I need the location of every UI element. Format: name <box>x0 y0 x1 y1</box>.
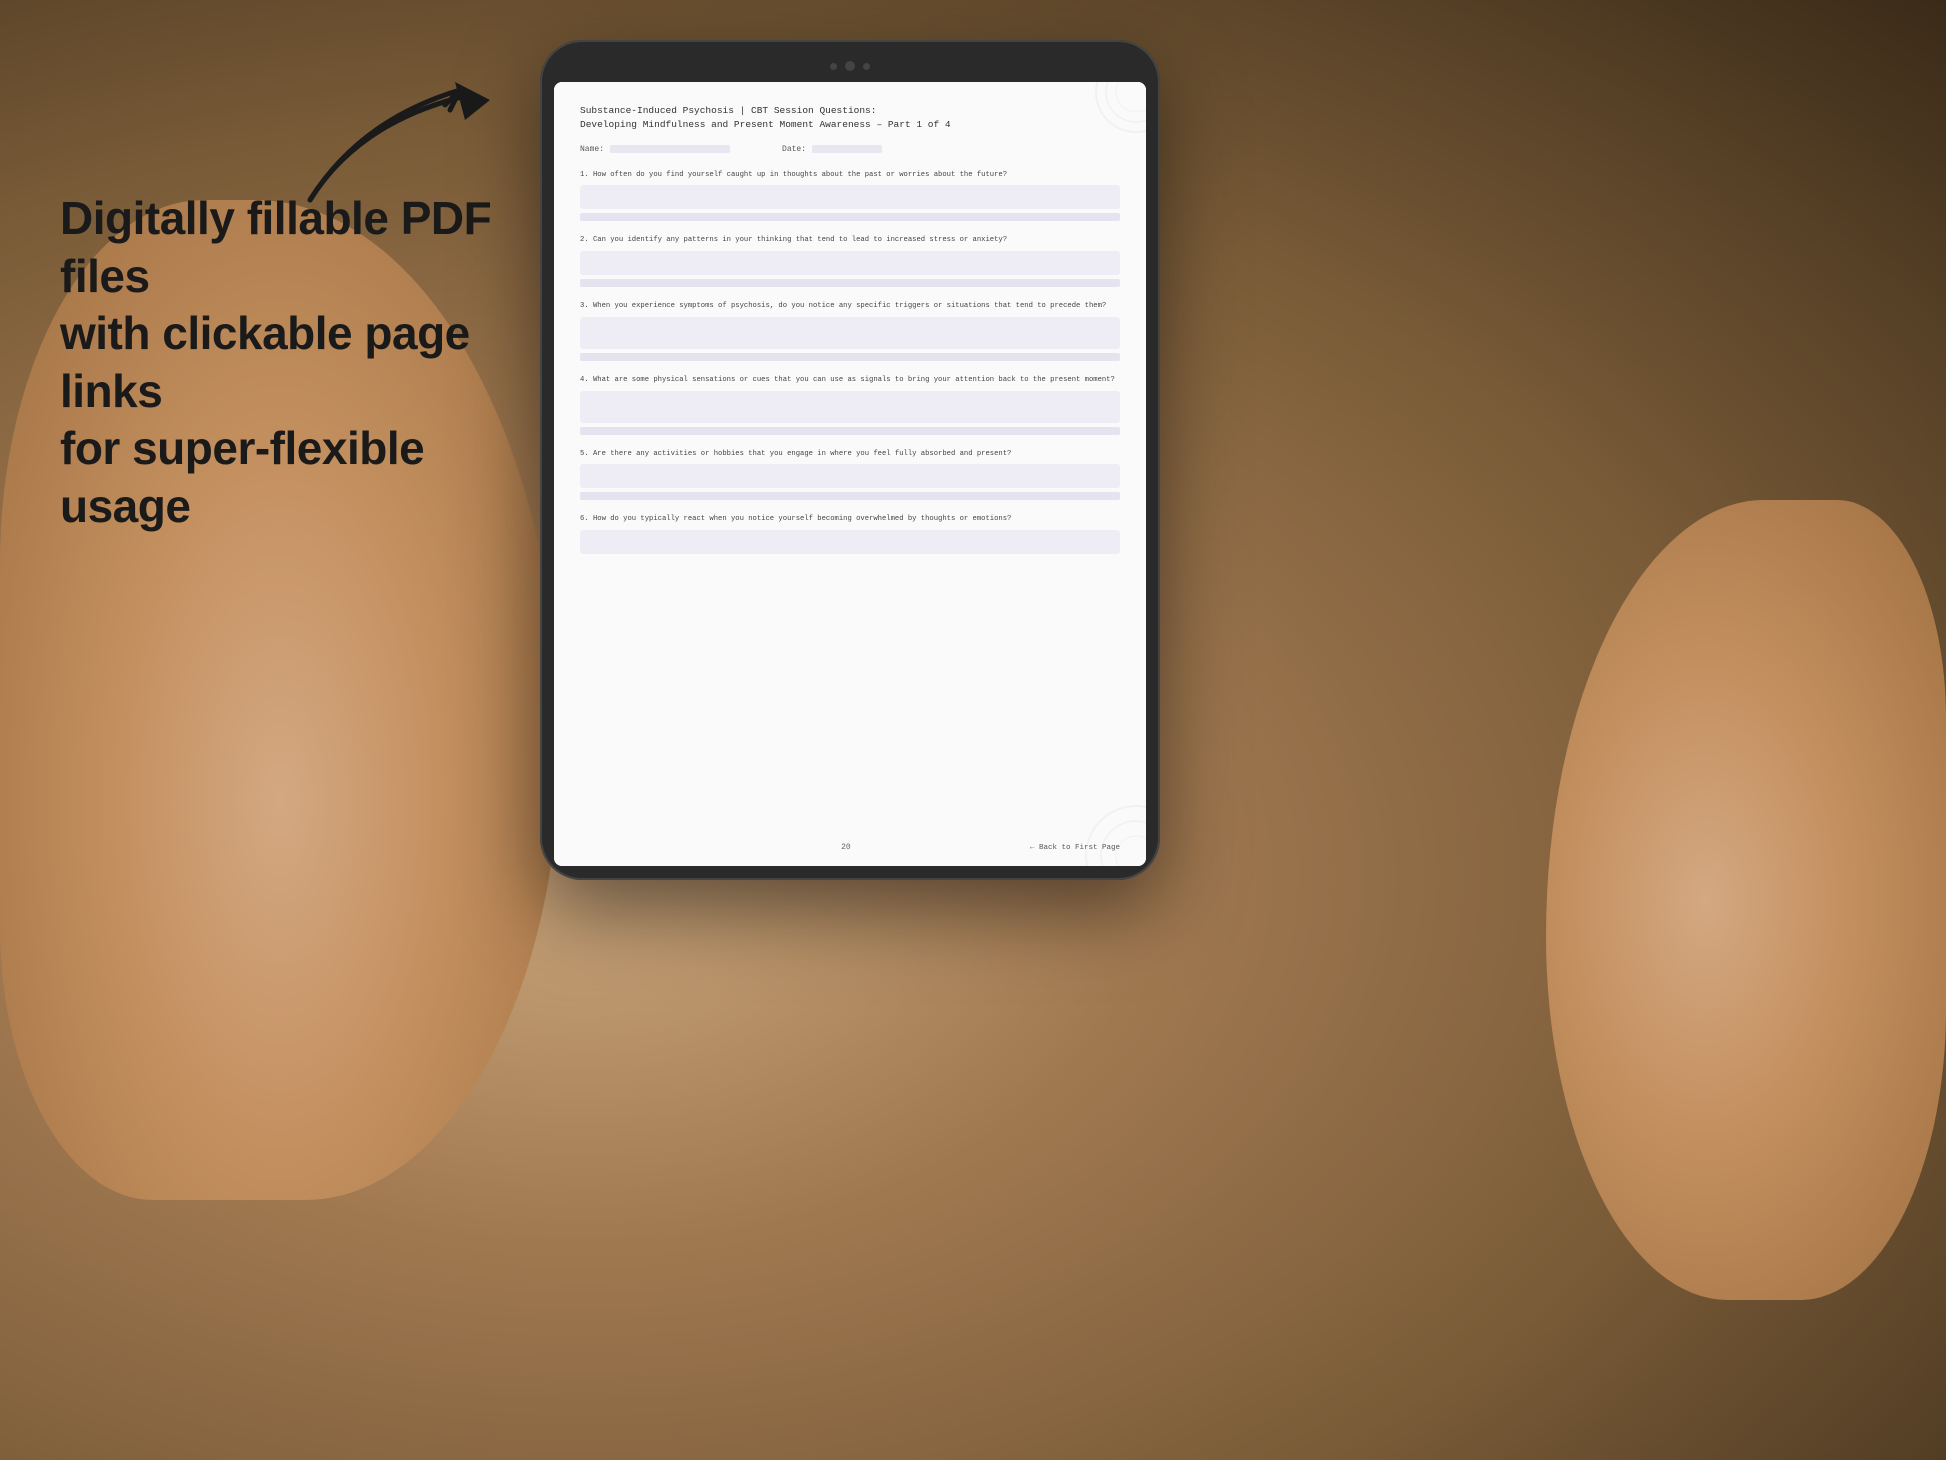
question-1-text: 1. How often do you find yourself caught… <box>580 170 1120 181</box>
date-label: Date: <box>782 145 806 154</box>
question-2-text: 2. Can you identify any patterns in your… <box>580 235 1120 246</box>
promo-heading: Digitally fillable PDF files with clicka… <box>60 190 560 535</box>
tablet-device: Substance-Induced Psychosis | CBT Sessio… <box>540 40 1160 880</box>
answer-box-5[interactable] <box>580 464 1120 488</box>
corner-decoration-top <box>1026 82 1146 162</box>
promo-line2: with clickable page links <box>60 307 470 417</box>
question-2: 2. Can you identify any patterns in your… <box>580 235 1120 287</box>
answer-line-4 <box>580 427 1120 435</box>
camera-bar <box>554 58 1146 74</box>
page-number: 20 <box>662 843 1030 852</box>
answer-box-1[interactable] <box>580 185 1120 209</box>
camera-dot-3 <box>863 63 870 70</box>
date-input-field[interactable] <box>812 145 882 153</box>
corner-decoration-bottom <box>1006 766 1146 866</box>
answer-line-2 <box>580 279 1120 287</box>
question-4: 4. What are some physical sensations or … <box>580 375 1120 435</box>
answer-box-2[interactable] <box>580 251 1120 275</box>
question-5: 5. Are there any activities or hobbies t… <box>580 449 1120 501</box>
answer-box-6[interactable] <box>580 530 1120 554</box>
tablet-screen: Substance-Induced Psychosis | CBT Sessio… <box>554 82 1146 866</box>
camera-dot-2 <box>845 61 855 71</box>
answer-line-1 <box>580 213 1120 221</box>
question-4-text: 4. What are some physical sensations or … <box>580 375 1120 386</box>
promo-text-block: Digitally fillable PDF files with clicka… <box>60 190 560 535</box>
question-3: 3. When you experience symptoms of psych… <box>580 301 1120 361</box>
promo-line3: for super-flexible usage <box>60 422 424 532</box>
name-label: Name: <box>580 145 604 154</box>
answer-line-3 <box>580 353 1120 361</box>
camera-dot-1 <box>830 63 837 70</box>
question-1: 1. How often do you find yourself caught… <box>580 170 1120 222</box>
answer-box-4[interactable] <box>580 391 1120 423</box>
answer-box-3[interactable] <box>580 317 1120 349</box>
answer-line-5 <box>580 492 1120 500</box>
question-5-text: 5. Are there any activities or hobbies t… <box>580 449 1120 460</box>
name-input-field[interactable] <box>610 145 730 153</box>
question-6-text: 6. How do you typically react when you n… <box>580 514 1120 525</box>
question-3-text: 3. When you experience symptoms of psych… <box>580 301 1120 312</box>
document-page: Substance-Induced Psychosis | CBT Sessio… <box>554 82 1146 866</box>
question-6: 6. How do you typically react when you n… <box>580 514 1120 554</box>
promo-line1: Digitally fillable PDF files <box>60 192 491 302</box>
